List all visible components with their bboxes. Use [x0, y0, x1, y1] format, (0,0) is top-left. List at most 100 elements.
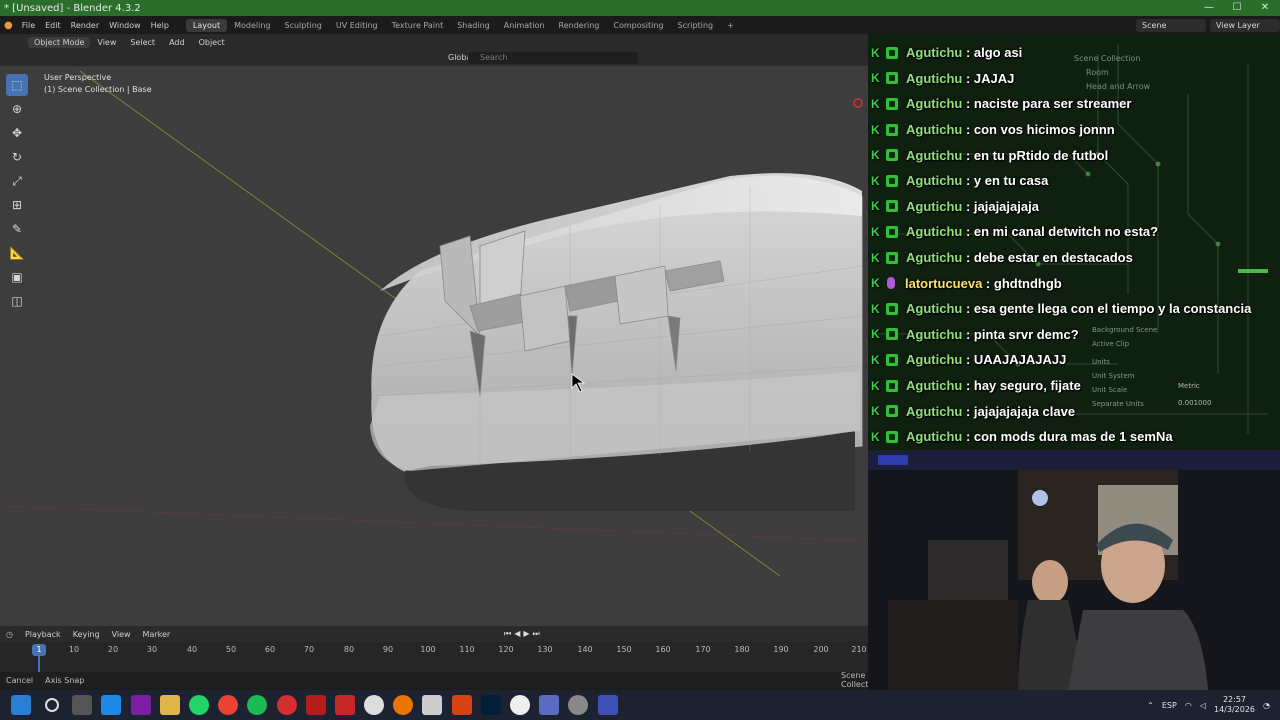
object-mode-dropdown[interactable]: Object Mode — [28, 36, 91, 48]
wifi-icon[interactable]: ◠ — [1185, 701, 1192, 710]
chat-username[interactable]: Agutichu — [906, 301, 962, 316]
outliner-with-chat-overlay: Scene Collection Room Head and Arrow Bac… — [868, 34, 1280, 450]
annotate-tool-icon[interactable]: ✎ — [6, 218, 28, 240]
menu-window[interactable]: Window — [104, 21, 146, 30]
chat-username[interactable]: Agutichu — [906, 71, 962, 86]
chat-message: K Agutichu : debe estar en destacados — [868, 245, 1280, 271]
menu-playback[interactable]: Playback — [19, 630, 67, 639]
steam-icon[interactable] — [364, 695, 385, 715]
tab-rendering[interactable]: Rendering — [552, 19, 607, 32]
menu-keying[interactable]: Keying — [67, 630, 106, 639]
whatsapp-icon[interactable] — [188, 695, 209, 715]
tab-scripting[interactable]: Scripting — [671, 19, 721, 32]
chat-username[interactable]: Agutichu — [906, 404, 962, 419]
maximize-button[interactable]: ☐ — [1223, 0, 1251, 16]
chat-username[interactable]: Agutichu — [906, 173, 962, 188]
menu-help[interactable]: Help — [146, 21, 174, 30]
chat-username[interactable]: latortucueva — [905, 276, 982, 291]
menu-object[interactable]: Object — [192, 38, 232, 47]
app-icon-1[interactable] — [305, 695, 326, 715]
menu-file[interactable]: File — [17, 21, 40, 30]
system-clock[interactable]: 22:57 14/3/2026 — [1214, 695, 1255, 715]
timeline[interactable]: 1 10 20 30 40 50 60 70 80 90 100 110 120… — [0, 642, 868, 672]
3d-viewport[interactable]: ⬚ ⊕ ✥ ↻ ⤢ ⊞ ✎ 📐 ▣ ◫ User Perspective (1)… — [0, 66, 868, 626]
menu-view[interactable]: View — [90, 38, 123, 47]
chat-username[interactable]: Agutichu — [906, 378, 962, 393]
scene-selector[interactable]: Scene — [1136, 18, 1206, 32]
tab-modeling[interactable]: Modeling — [227, 19, 277, 32]
add-cube-tool-icon[interactable]: ▣ — [6, 266, 28, 288]
menu-timeline-view[interactable]: View — [106, 630, 137, 639]
chat-username[interactable]: Agutichu — [906, 352, 962, 367]
chat-username[interactable]: Agutichu — [906, 96, 962, 111]
playback-controls-icon[interactable]: ⏮◀▶⏭ — [498, 629, 549, 639]
chat-username[interactable]: Agutichu — [906, 327, 962, 342]
app-icon-4[interactable] — [451, 695, 472, 715]
file-explorer-icon[interactable] — [159, 695, 180, 715]
chatgpt-icon[interactable] — [510, 695, 530, 715]
tab-shading[interactable]: Shading — [450, 19, 497, 32]
app-icon-2[interactable] — [334, 695, 355, 715]
widgets-icon[interactable] — [101, 695, 122, 715]
current-frame-indicator[interactable]: 1 — [32, 644, 46, 656]
scale-tool-icon[interactable]: ⤢ — [6, 170, 28, 192]
task-view-icon[interactable] — [72, 695, 93, 715]
close-button[interactable]: ✕ — [1251, 0, 1279, 16]
chat-text: naciste para ser streamer — [973, 96, 1132, 112]
chat-separator: : — [962, 326, 974, 342]
menu-select[interactable]: Select — [123, 38, 162, 47]
app-icon-6[interactable] — [597, 695, 618, 715]
select-box-tool-icon[interactable]: ⬚ — [6, 74, 28, 96]
tab-sculpting[interactable]: Sculpting — [278, 19, 329, 32]
tab-layout[interactable]: Layout — [185, 18, 228, 32]
chat-separator: : — [962, 198, 974, 214]
chat-username[interactable]: Agutichu — [906, 122, 962, 137]
x-axis-line — [0, 505, 868, 542]
blender-logo-icon[interactable]: ● — [0, 20, 17, 31]
tab-texture-paint[interactable]: Texture Paint — [385, 19, 451, 32]
obs-icon[interactable] — [568, 695, 589, 715]
minimize-button[interactable]: — — [1195, 0, 1223, 16]
menu-render[interactable]: Render — [66, 21, 104, 30]
tab-uv-editing[interactable]: UV Editing — [329, 19, 385, 32]
menu-add[interactable]: Add — [162, 38, 192, 47]
volume-icon[interactable]: ◁ — [1200, 701, 1206, 710]
subscriber-badge-icon — [886, 405, 898, 418]
tray-language[interactable]: ESP — [1162, 701, 1177, 710]
app-icon-3[interactable] — [422, 695, 443, 715]
start-menu-icon[interactable] — [11, 695, 31, 715]
chat-username[interactable]: Agutichu — [906, 250, 962, 265]
menu-edit[interactable]: Edit — [40, 21, 66, 30]
chrome-icon[interactable] — [218, 695, 239, 715]
opera-icon[interactable] — [276, 695, 297, 715]
search-icon[interactable] — [44, 698, 59, 712]
playhead[interactable] — [38, 656, 40, 672]
move-tool-icon[interactable]: ✥ — [6, 122, 28, 144]
chat-username[interactable]: Agutichu — [906, 199, 962, 214]
photoshop-icon[interactable] — [480, 695, 501, 715]
notification-bell-icon[interactable]: ◔ — [1263, 701, 1270, 710]
menu-marker[interactable]: Marker — [137, 630, 177, 639]
clock-icon[interactable]: ◷ — [0, 630, 19, 639]
chat-username[interactable]: Agutichu — [906, 224, 962, 239]
search-input[interactable]: Search — [468, 52, 638, 64]
cursor-tool-icon[interactable]: ⊕ — [6, 98, 28, 120]
add-workspace-button[interactable]: + — [720, 19, 741, 32]
view-layer-selector[interactable]: View Layer — [1210, 18, 1280, 32]
chat-username[interactable]: Agutichu — [906, 148, 962, 163]
app-icon-5[interactable] — [539, 695, 560, 715]
measure-tool-icon[interactable]: 📐 — [6, 242, 28, 264]
chat-username[interactable]: Agutichu — [906, 429, 962, 444]
add-object-tool-icon[interactable]: ◫ — [6, 290, 28, 312]
blender-taskbar-icon[interactable] — [393, 695, 414, 715]
chat-separator: : — [962, 250, 974, 266]
chat-message: K Agutichu : jajajajajaja — [868, 194, 1280, 220]
tab-animation[interactable]: Animation — [497, 19, 552, 32]
tray-chevron-icon[interactable]: ⌃ — [1147, 701, 1154, 710]
rotate-tool-icon[interactable]: ↻ — [6, 146, 28, 168]
chat-username[interactable]: Agutichu — [906, 45, 962, 60]
tab-compositing[interactable]: Compositing — [606, 19, 670, 32]
twitch-icon[interactable] — [130, 695, 151, 715]
transform-tool-icon[interactable]: ⊞ — [6, 194, 28, 216]
spotify-icon[interactable] — [247, 695, 268, 715]
